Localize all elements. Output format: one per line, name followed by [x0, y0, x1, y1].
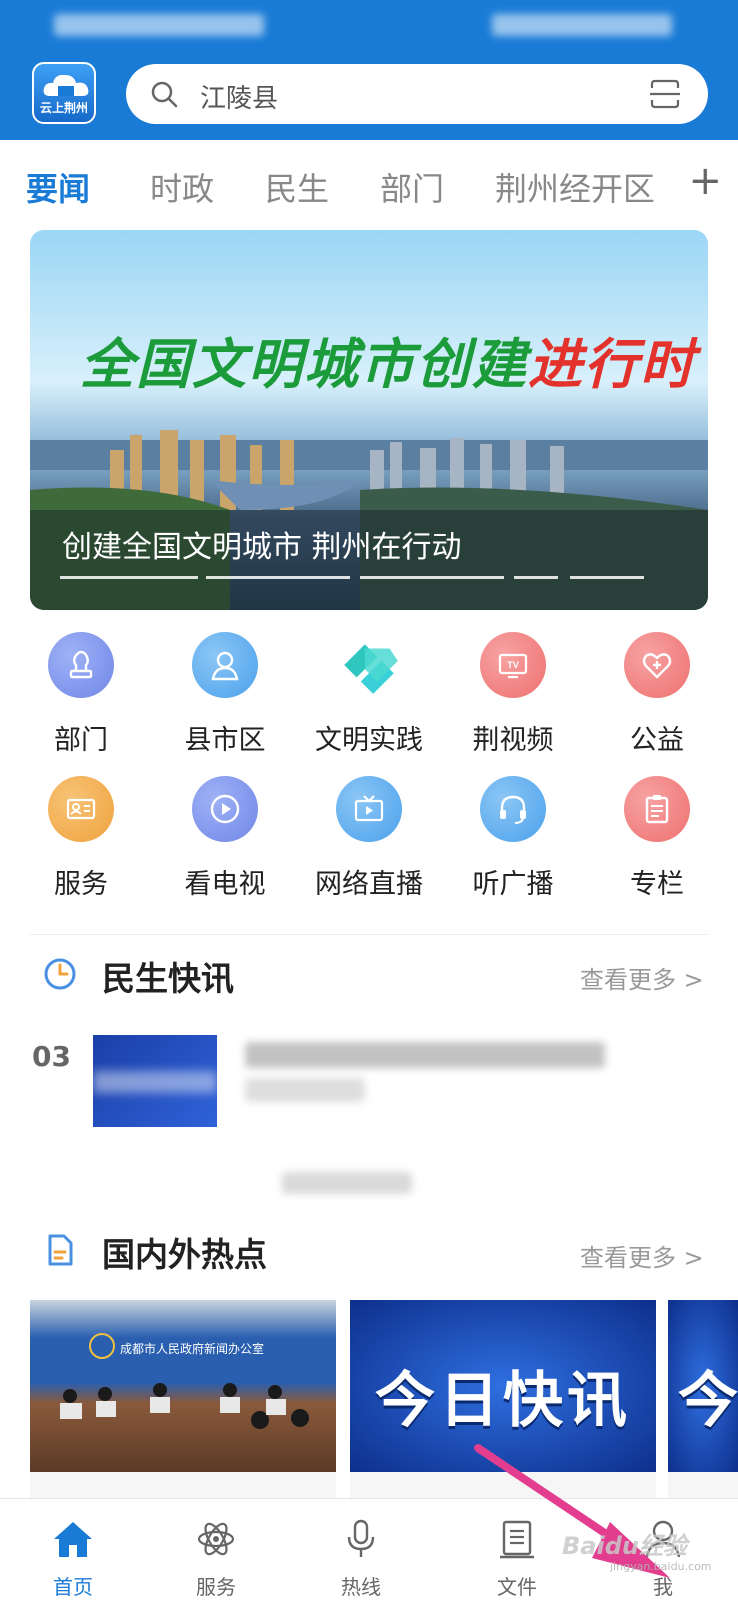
logo-text: 云上荆州: [39, 101, 88, 115]
tab-bumen[interactable]: 部门: [380, 164, 444, 210]
play-icon: [192, 776, 258, 842]
watermark-url: jingyan.baidu.com: [610, 1560, 712, 1573]
more-link-minsheng[interactable]: 查看更多 >: [580, 960, 704, 995]
grid-label: 公益: [630, 725, 684, 756]
grid-label: 文明实践: [315, 725, 423, 756]
grid-label: 部门: [54, 725, 108, 756]
card-headline: 今: [678, 1366, 738, 1436]
category-tabs: 要闻 时政 民生 部门 荆州经开区 +: [0, 140, 738, 230]
live-tv-icon: [336, 776, 402, 842]
tab-shizheng[interactable]: 时政: [150, 164, 214, 210]
news-title-blurred[interactable]: [245, 1042, 605, 1068]
person-icon: [192, 632, 258, 698]
clipboard-icon: [624, 776, 690, 842]
atom-icon: [197, 1522, 235, 1556]
grid-label: 听广播: [472, 869, 554, 900]
headset-icon: [480, 776, 546, 842]
stamp-icon: [48, 632, 114, 698]
slogan-red: 进行时: [528, 332, 696, 396]
home-icon: [54, 1522, 92, 1557]
grid-label: 专栏: [630, 869, 684, 900]
handshake-icon: [336, 632, 402, 698]
news-source-blurred: [282, 1172, 412, 1194]
svg-text:TV: TV: [507, 660, 519, 670]
banner-slogan: 全国文明城市创建进行时: [80, 320, 696, 399]
banner-carousel[interactable]: 全国文明城市创建进行时 创建全国文明城市 荆州在行动: [30, 230, 708, 610]
search-input[interactable]: 江陵县: [200, 78, 278, 115]
nav-home[interactable]: 首页: [23, 1509, 123, 1599]
hot-card-conference[interactable]: 成都市人民政府新闻办公室: [30, 1300, 336, 1472]
section-title-hot: 国内外热点: [102, 1235, 267, 1274]
banner-caption: 创建全国文明城市 荆州在行动: [62, 530, 462, 565]
add-tab-icon[interactable]: +: [688, 158, 722, 204]
status-bar: [0, 0, 738, 52]
grid-label: 网络直播: [315, 869, 423, 900]
document-icon: [48, 1234, 73, 1266]
watermark: Baidu经验: [562, 1532, 687, 1560]
more-link-hot[interactable]: 查看更多 >: [580, 1238, 704, 1273]
microphone-icon: [347, 1519, 375, 1557]
grid-label: 县市区: [184, 725, 266, 756]
news-rank: 03: [32, 1040, 71, 1073]
grid-label: 服务: [54, 869, 108, 900]
grid-label: 看电视: [184, 869, 266, 900]
divider: [30, 934, 708, 935]
clock-icon: [44, 958, 76, 990]
nav-hotline[interactable]: 热线: [311, 1509, 411, 1599]
tab-minsheng[interactable]: 民生: [265, 164, 329, 210]
tv-icon: TV: [480, 632, 546, 698]
scan-icon[interactable]: [648, 77, 682, 111]
app-logo[interactable]: 云上荆州: [32, 62, 96, 124]
section-title-minsheng: 民生快讯: [102, 959, 234, 998]
grid-label: 荆视频: [472, 725, 554, 756]
id-card-icon: [48, 776, 114, 842]
app-header: 云上荆州 江陵县: [0, 0, 738, 140]
heart-icon: [624, 632, 690, 698]
news-thumbnail[interactable]: [93, 1035, 217, 1127]
card-headline: 今日快讯: [375, 1366, 631, 1436]
nav-service[interactable]: 服务: [166, 1509, 266, 1599]
search-icon: [151, 81, 178, 108]
search-bar[interactable]: 江陵县: [126, 64, 708, 124]
carousel-indicators: [60, 576, 680, 580]
cloud-icon: [43, 74, 89, 96]
tab-yaowen[interactable]: 要闻: [26, 164, 90, 210]
tab-jingkaiqu[interactable]: 荆州经开区: [495, 164, 655, 210]
slogan-green: 全国文明城市创建: [80, 332, 528, 396]
